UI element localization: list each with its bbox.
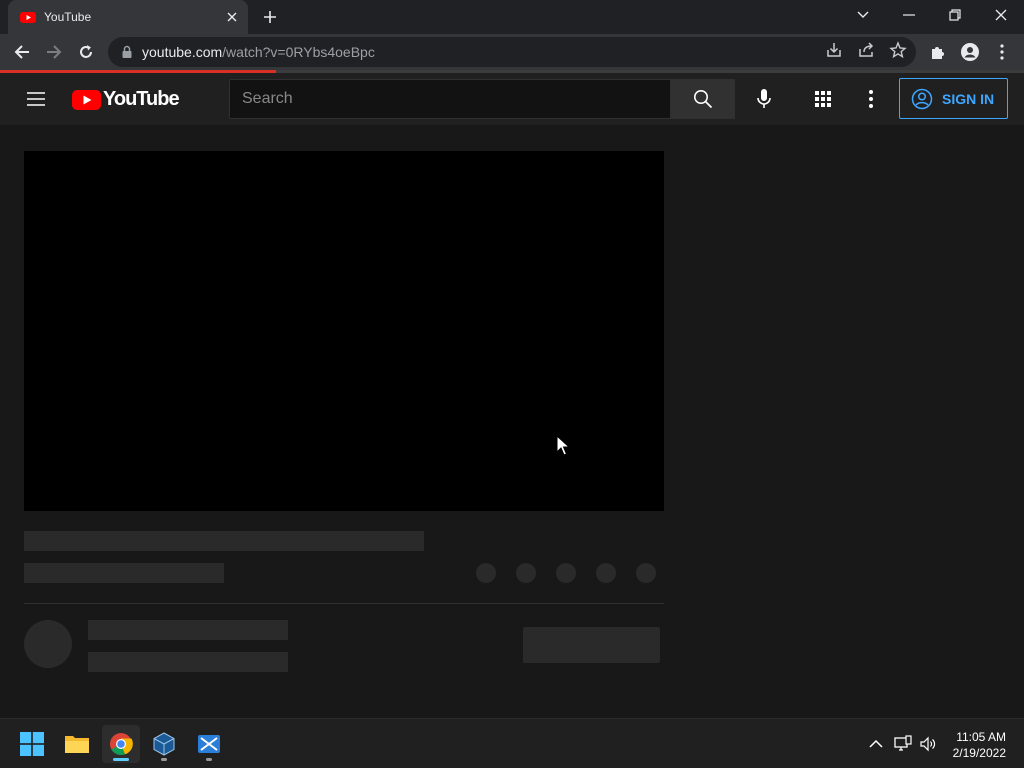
subscriber-count-placeholder: [88, 652, 288, 672]
reload-icon[interactable]: [72, 38, 100, 66]
lock-icon[interactable]: [120, 45, 134, 59]
extensions-puzzle-icon[interactable]: [928, 42, 948, 62]
address-bar[interactable]: youtube.com/watch?v=0RYbs4oeBpc: [108, 37, 916, 67]
restore-icon[interactable]: [932, 0, 978, 30]
windows-logo-icon: [20, 732, 44, 756]
chrome-logo-icon: [110, 733, 133, 756]
windows-taskbar: 11:05 AM 2/19/2022: [0, 718, 1024, 768]
clock-date: 2/19/2022: [952, 746, 1006, 760]
hamburger-menu-icon[interactable]: [24, 87, 48, 111]
action-placeholder: [516, 563, 536, 583]
channel-name-placeholder: [88, 620, 288, 640]
subscribe-button-placeholder: [523, 627, 660, 663]
system-clock[interactable]: 11:05 AM 2/19/2022: [953, 729, 1006, 761]
sign-in-label: SIGN IN: [942, 90, 995, 107]
new-tab-icon[interactable]: [258, 6, 282, 28]
bookmark-star-icon[interactable]: [889, 41, 907, 59]
network-icon[interactable]: [894, 735, 912, 753]
action-placeholder: [476, 563, 496, 583]
taskbar-chrome[interactable]: [102, 725, 140, 763]
tab-close-icon[interactable]: [222, 7, 242, 27]
search-button[interactable]: [671, 79, 735, 119]
youtube-logo[interactable]: YouTube: [72, 88, 180, 111]
search-field[interactable]: [229, 79, 671, 119]
forward-arrow-icon[interactable]: [40, 38, 68, 66]
views-placeholder: [24, 563, 224, 583]
divider: [24, 603, 664, 604]
action-placeholder: [596, 563, 616, 583]
video-player[interactable]: [24, 151, 664, 511]
share-icon[interactable]: [857, 41, 875, 59]
tab-search-icon[interactable]: [840, 0, 886, 30]
show-hidden-icons-chevron-icon[interactable]: [867, 735, 885, 753]
profile-icon[interactable]: [960, 42, 980, 62]
clock-time: 11:05 AM: [956, 730, 1006, 744]
tab-title: YouTube: [44, 10, 92, 24]
start-button[interactable]: [13, 725, 51, 763]
virtualbox-icon: [153, 732, 175, 756]
apps-grid-icon[interactable]: [811, 87, 835, 111]
url-text: youtube.com/watch?v=0RYbs4oeBpc: [142, 44, 375, 60]
account-circle-icon: [911, 88, 933, 109]
browser-toolbar: youtube.com/watch?v=0RYbs4oeBpc: [0, 34, 1024, 70]
youtube-wordmark: YouTube: [103, 88, 180, 110]
microphone-icon: [757, 89, 771, 108]
title-placeholder: [24, 531, 424, 551]
sign-in-button[interactable]: SIGN IN: [899, 78, 1008, 119]
close-window-icon[interactable]: [978, 0, 1024, 30]
chrome-menu-icon[interactable]: [992, 42, 1012, 62]
youtube-header: YouTube SIGN IN: [0, 73, 1024, 125]
voice-search-button[interactable]: [748, 83, 780, 115]
taskbar-virtualbox[interactable]: [145, 725, 183, 763]
taskbar-snipping-tool[interactable]: [190, 725, 228, 763]
youtube-play-logo-icon: [72, 89, 101, 110]
snipping-tool-icon: [198, 735, 220, 753]
install-app-icon[interactable]: [825, 41, 843, 59]
back-arrow-icon[interactable]: [8, 38, 36, 66]
folder-icon: [65, 736, 89, 753]
action-placeholder: [556, 563, 576, 583]
mouse-cursor-icon: [556, 435, 570, 456]
search-icon: [694, 90, 713, 109]
channel-avatar-placeholder: [24, 620, 72, 668]
volume-icon[interactable]: [919, 735, 937, 753]
browser-tabstrip: YouTube: [0, 0, 1024, 34]
action-placeholder: [636, 563, 656, 583]
search-input[interactable]: [242, 90, 670, 108]
active-indicator: [113, 758, 129, 761]
url-host: youtube.com: [142, 44, 223, 60]
taskbar-file-explorer[interactable]: [58, 725, 96, 763]
browser-tab[interactable]: YouTube: [8, 0, 248, 34]
youtube-favicon-icon: [20, 12, 36, 23]
minimize-icon[interactable]: [886, 0, 932, 30]
more-vertical-icon[interactable]: [859, 87, 883, 111]
open-indicator: [206, 758, 212, 761]
open-indicator: [161, 758, 167, 761]
url-path: /watch?v=0RYbs4oeBpc: [222, 44, 375, 60]
